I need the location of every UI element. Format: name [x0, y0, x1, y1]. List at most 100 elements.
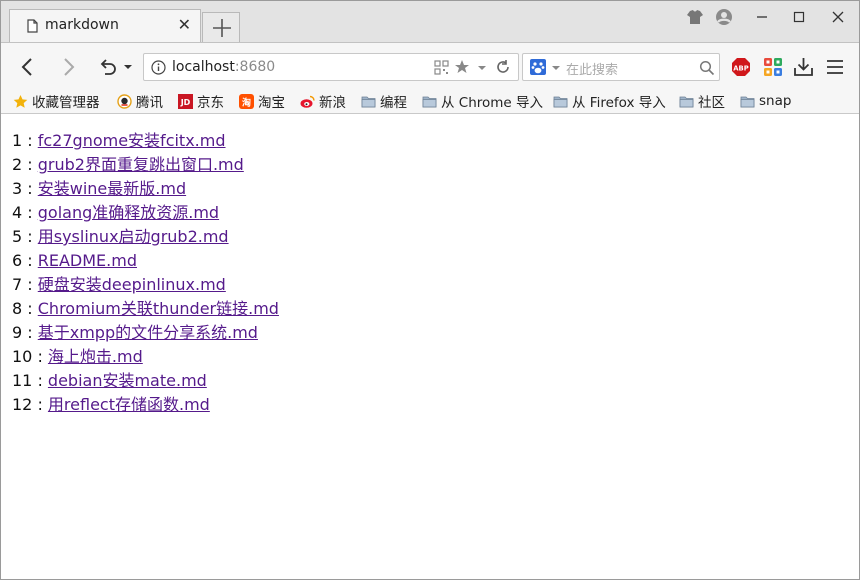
folder-icon [422, 96, 437, 107]
list-item: 9 : 基于xmpp的文件分享系统.md [12, 321, 279, 345]
url-host: localhost [172, 59, 235, 75]
item-number: 4 [12, 203, 23, 222]
tab-strip: markdown ✕ [1, 1, 859, 43]
page-icon [27, 19, 38, 33]
list-item: 12 : 用reflect存储函数.md [12, 393, 279, 417]
chevron-down-icon[interactable] [551, 60, 561, 75]
item-number: 5 [12, 227, 23, 246]
taobao-icon: 淘 [239, 93, 254, 109]
shirt-icon[interactable] [683, 7, 707, 27]
bookmark-label: 淘宝 [258, 95, 285, 111]
item-separator: : [22, 275, 38, 294]
back-icon[interactable] [17, 56, 39, 78]
tab-markdown[interactable]: markdown ✕ [9, 9, 201, 42]
forward-icon[interactable] [57, 56, 79, 78]
bookmark-item[interactable]: JD 京东 [178, 91, 224, 111]
plus-icon [213, 19, 231, 37]
folder-icon [679, 96, 694, 107]
search-input[interactable]: 在此搜索 [566, 59, 618, 78]
url-text[interactable]: localhost:8680 [172, 59, 275, 75]
item-separator: : [22, 227, 38, 246]
new-tab-button[interactable] [202, 12, 240, 42]
apps-grid-icon[interactable] [763, 57, 783, 77]
item-number: 9 [12, 323, 23, 342]
account-icon[interactable] [712, 7, 736, 27]
maximize-icon[interactable] [787, 7, 811, 27]
bookmark-item[interactable]: 新浪 [300, 91, 346, 111]
minimize-icon[interactable] [750, 7, 774, 27]
search-icon[interactable] [699, 60, 715, 76]
bookmark-item[interactable]: 腾讯 [117, 91, 163, 111]
item-number: 2 [12, 155, 23, 174]
close-icon[interactable] [826, 7, 850, 27]
item-number: 8 [12, 299, 23, 318]
tab-title: markdown [45, 17, 119, 33]
item-separator: : [22, 155, 38, 174]
svg-text:JD: JD [180, 98, 191, 107]
item-number: 11 [12, 371, 33, 390]
bookmark-item[interactable]: 收藏管理器 [13, 91, 100, 111]
undo-icon[interactable] [97, 56, 119, 78]
address-bar[interactable]: localhost:8680 [143, 53, 519, 81]
jd-icon: JD [178, 93, 193, 109]
item-separator: : [22, 323, 38, 342]
item-number: 3 [12, 179, 23, 198]
list-item: 10 : 海上炮击.md [12, 345, 279, 369]
file-link[interactable]: 用reflect存储函数.md [48, 395, 210, 414]
info-icon[interactable] [151, 60, 166, 75]
bookmark-label: 新浪 [319, 95, 346, 111]
item-number: 12 [12, 395, 33, 414]
folder-icon [740, 96, 755, 107]
tab-close-button[interactable]: ✕ [178, 15, 191, 34]
chevron-down-icon[interactable] [121, 56, 135, 78]
qr-code-icon[interactable] [434, 60, 449, 75]
menu-icon[interactable] [825, 58, 845, 76]
bookmark-folder[interactable]: 从 Firefox 导入 [553, 91, 666, 111]
bookmark-label: 从 Firefox 导入 [572, 95, 666, 111]
file-link[interactable]: 用syslinux启动grub2.md [38, 227, 229, 246]
url-port: :8680 [234, 59, 276, 75]
bookmark-folder[interactable]: 社区 [679, 91, 725, 111]
item-number: 1 [12, 131, 23, 150]
file-link[interactable]: 安装wine最新版.md [38, 179, 186, 198]
bookmark-label: 从 Chrome 导入 [441, 95, 544, 111]
file-link[interactable]: fc27gnome安装fcitx.md [38, 131, 226, 150]
star-icon [13, 94, 28, 108]
download-icon[interactable] [793, 56, 814, 77]
bookmark-label: 京东 [197, 95, 224, 111]
svg-text:淘: 淘 [242, 96, 251, 108]
item-separator: : [22, 203, 38, 222]
file-link[interactable]: 基于xmpp的文件分享系统.md [38, 323, 258, 342]
bookmark-folder[interactable]: snap [740, 91, 791, 111]
adblock-plus-icon[interactable]: ABP [731, 57, 751, 77]
folder-icon [361, 96, 376, 107]
file-link[interactable]: 硬盘安装deepinlinux.md [38, 275, 226, 294]
list-item: 7 : 硬盘安装deepinlinux.md [12, 273, 279, 297]
bookmark-folder[interactable]: 编程 [361, 91, 407, 111]
star-bookmark-icon[interactable] [454, 59, 470, 75]
bookmarks-bar: 收藏管理器 腾讯 JD 京东 淘 淘宝 新浪 编程 从 Chrome 导入 从 … [1, 89, 859, 114]
item-separator: : [32, 371, 48, 390]
file-link[interactable]: Chromium关联thunder链接.md [38, 299, 279, 318]
reload-icon[interactable] [495, 59, 511, 75]
item-separator: : [22, 251, 38, 270]
file-link[interactable]: 海上炮击.md [48, 347, 143, 366]
page-content: 1 : fc27gnome安装fcitx.md 2 : grub2界面重复跳出窗… [1, 119, 859, 579]
bookmark-folder[interactable]: 从 Chrome 导入 [422, 91, 543, 111]
item-number: 6 [12, 251, 23, 270]
file-link[interactable]: README.md [38, 251, 137, 270]
list-item: 8 : Chromium关联thunder链接.md [12, 297, 279, 321]
file-link[interactable]: grub2界面重复跳出窗口.md [38, 155, 244, 174]
file-link[interactable]: golang准确释放资源.md [38, 203, 219, 222]
list-item: 6 : README.md [12, 249, 279, 273]
bookmark-item[interactable]: 淘 淘宝 [239, 91, 285, 111]
browser-window: markdown ✕ localhost:8680 在此搜索 ABP 收藏管理器… [0, 0, 860, 580]
svg-text:ABP: ABP [733, 64, 748, 72]
search-bar[interactable]: 在此搜索 [522, 53, 720, 81]
item-number: 10 [12, 347, 33, 366]
baidu-icon[interactable] [530, 59, 546, 75]
file-link[interactable]: debian安装mate.md [48, 371, 207, 390]
list-item: 4 : golang准确释放资源.md [12, 201, 279, 225]
chevron-down-icon[interactable] [477, 60, 487, 75]
bookmark-label: 编程 [380, 95, 407, 111]
